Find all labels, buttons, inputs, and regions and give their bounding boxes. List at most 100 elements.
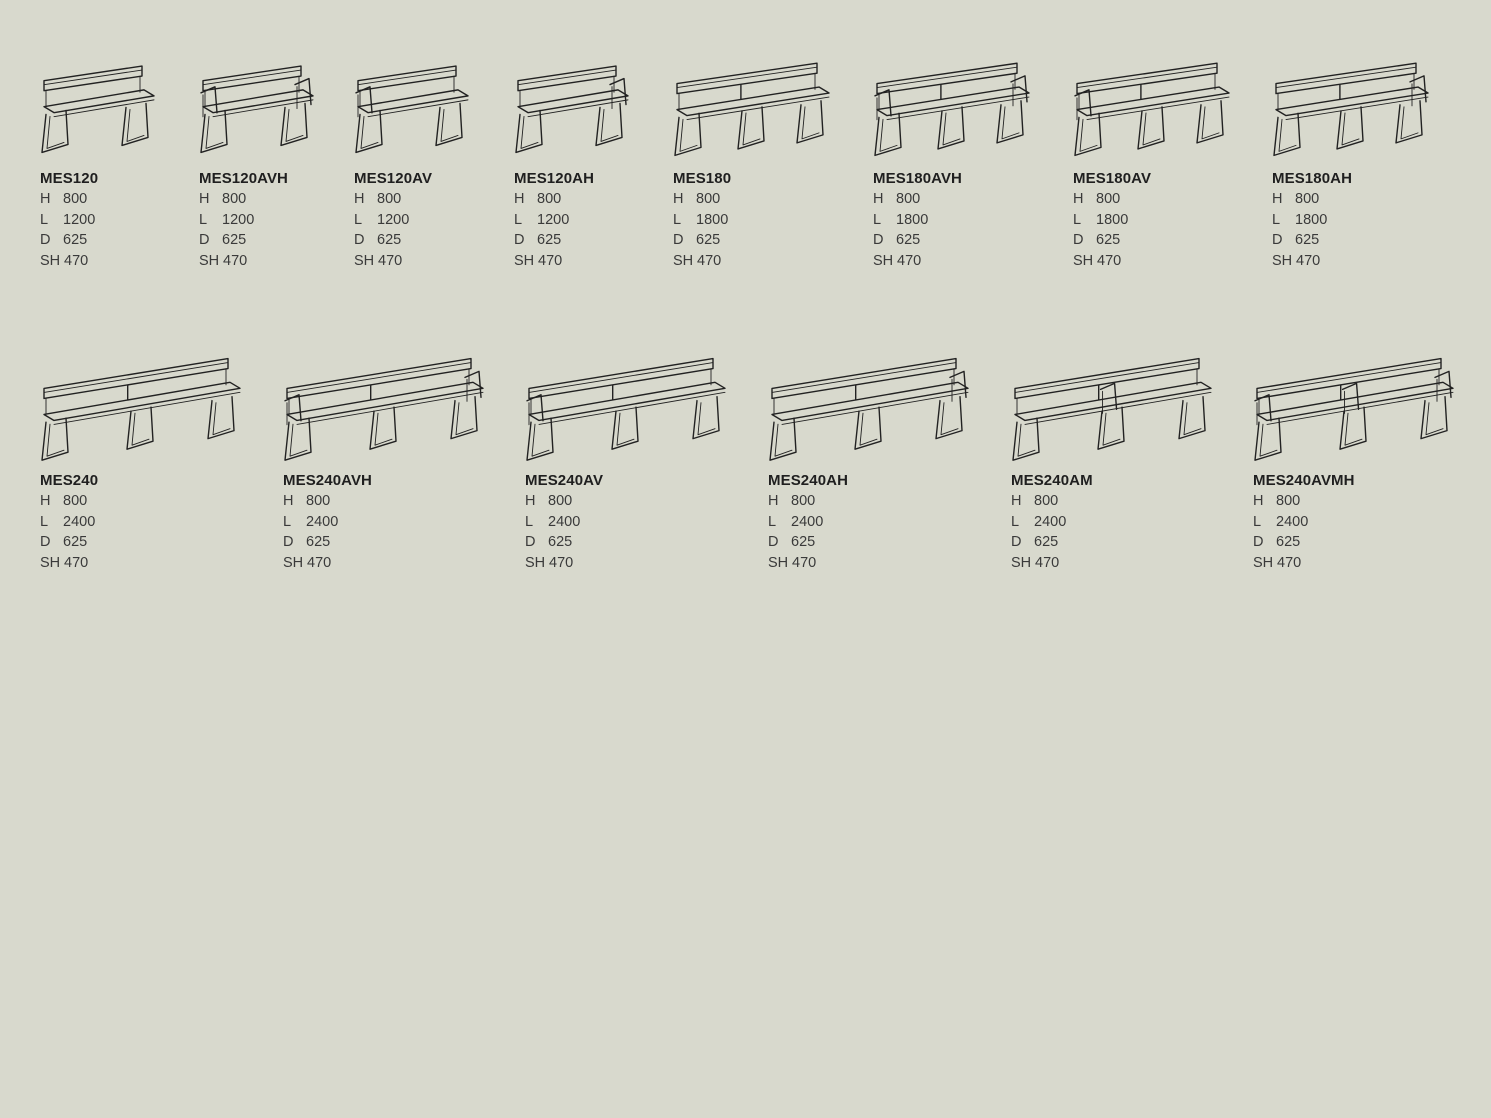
backrest-panel <box>771 357 957 400</box>
leg-middle <box>1339 406 1367 450</box>
model-name: MES120AV <box>354 170 433 187</box>
backrest-panel <box>1014 357 1200 400</box>
model-name: MES240AVMH <box>1253 472 1355 489</box>
leg-middle-inner <box>1344 412 1363 446</box>
leg-right <box>935 395 963 440</box>
model-name: MES180AVH <box>873 170 962 187</box>
model-name: MES120AVH <box>199 170 288 187</box>
backrest-panel <box>43 65 143 92</box>
leg-left-inner <box>360 116 379 149</box>
spec-height: H 800 <box>283 493 331 509</box>
spec-list: H 800 L 1800 D 625 SH 470 <box>1272 189 1327 271</box>
bench-drawing <box>515 65 629 154</box>
bench-drawing <box>526 357 726 461</box>
bench-card-mes240: MES240 H 800 L 2400 D 625 SH 470 <box>40 340 248 571</box>
leg-middle <box>369 406 397 450</box>
spec-depth: D 625 <box>514 232 562 249</box>
leg-middle <box>1137 106 1165 150</box>
bench-card-mes120avh: MES120AVH H 800 L 1200 D 625 SH 470 <box>199 40 321 269</box>
leg-right <box>595 102 623 147</box>
leg-left-inner <box>679 118 698 152</box>
seat-board <box>1275 86 1429 117</box>
leg-left-inner <box>46 423 65 457</box>
seat-board <box>876 86 1030 117</box>
spec-depth: D 625 <box>525 534 573 551</box>
spec-depth: D 625 <box>1272 232 1320 249</box>
spec-list: H 800 L 1800 D 625 SH 470 <box>1073 189 1128 271</box>
spec-list: H 800 L 1800 D 625 SH 470 <box>673 189 728 271</box>
spec-depth: D 625 <box>40 232 88 249</box>
spec-length: L 2400 <box>1253 513 1309 530</box>
spec-list: H 800 L 1200 D 625 SH 470 <box>40 189 95 271</box>
spec-seat-height: SH 470 <box>673 252 722 269</box>
backrest-edge <box>43 69 143 86</box>
leg-left-inner <box>205 116 224 149</box>
spec-seat-height: SH 470 <box>354 252 403 269</box>
leg-right-inner <box>126 109 145 142</box>
spec-seat-height: SH 470 <box>283 554 332 571</box>
spec-length: L 2400 <box>768 513 824 530</box>
bench-card-mes240am: MES240AM H 800 L 2400 D 625 SH 470 <box>1011 340 1219 571</box>
bench-card-mes180ah: MES180AH H 800 L 1800 D 625 SH 470 <box>1272 40 1436 269</box>
bench-card-mes120ah: MES120AH H 800 L 1200 D 625 SH 470 <box>514 40 636 269</box>
model-name: MES120 <box>40 170 99 187</box>
leg-middle-inner <box>131 412 150 446</box>
model-name: MES240 <box>40 472 99 489</box>
leg-right <box>1420 395 1448 440</box>
leg-right <box>1196 100 1224 144</box>
spec-seat-height: SH 470 <box>40 554 89 571</box>
seat-front-edge <box>886 96 1030 121</box>
spec-height: H 800 <box>873 191 921 207</box>
spec-depth: D 625 <box>1253 534 1301 551</box>
leg-middle <box>611 406 639 450</box>
backrest-panel <box>1076 62 1218 95</box>
spec-list: H 800 L 2400 D 625 SH 470 <box>768 491 823 573</box>
leg-middle-inner <box>942 112 961 146</box>
model-name: MES180AV <box>1073 170 1152 187</box>
leg-left-inner <box>1017 423 1036 457</box>
leg-left-inner <box>531 423 550 457</box>
spec-height: H 800 <box>525 493 573 509</box>
bench-card-mes120: MES120 H 800 L 1200 D 625 SH 470 <box>40 40 162 269</box>
spec-height: H 800 <box>40 493 88 509</box>
spec-list: H 800 L 1200 D 625 SH 470 <box>514 189 569 271</box>
leg-left-inner <box>520 116 539 149</box>
spec-height: H 800 <box>354 191 402 207</box>
spec-height: H 800 <box>40 191 88 207</box>
leg-right <box>280 102 308 147</box>
spec-height: H 800 <box>1011 493 1059 509</box>
bench-drawing <box>769 357 969 461</box>
spec-list: H 800 L 1800 D 625 SH 470 <box>873 189 928 271</box>
seat-board <box>1076 86 1230 117</box>
model-name: MES240AM <box>1011 472 1093 489</box>
leg-right <box>796 100 824 144</box>
spec-seat-height: SH 470 <box>1073 252 1122 269</box>
leg-right-inner <box>1001 106 1020 140</box>
leg-middle-inner <box>616 412 635 446</box>
bench-drawing <box>874 62 1030 157</box>
leg-right-inner <box>455 402 474 436</box>
spec-seat-height: SH 470 <box>1272 252 1321 269</box>
spec-height: H 800 <box>768 493 816 509</box>
spec-length: L 2400 <box>283 513 339 530</box>
leg-right <box>450 395 478 440</box>
bench-card-mes180av: MES180AV H 800 L 1800 D 625 SH 470 <box>1073 40 1237 269</box>
spec-length: L 1200 <box>354 211 410 228</box>
leg-left-inner <box>1278 118 1297 152</box>
backrest-edge <box>1275 66 1417 89</box>
spec-height: H 800 <box>1253 493 1301 509</box>
backrest-panel <box>528 357 714 400</box>
backrest-edge <box>876 66 1018 89</box>
backrest-panel <box>286 357 472 400</box>
spec-depth: D 625 <box>354 232 402 249</box>
leg-middle-inner <box>1341 112 1360 146</box>
backrest-edge <box>202 69 302 86</box>
leg-right <box>435 102 463 147</box>
leg-right-inner <box>1201 106 1220 140</box>
backrest-panel <box>43 357 229 400</box>
bench-drawing <box>284 357 484 461</box>
spec-seat-height: SH 470 <box>514 252 563 269</box>
bench-card-mes240ah: MES240AH H 800 L 2400 D 625 SH 470 <box>768 340 976 571</box>
spec-length: L 1800 <box>873 211 929 228</box>
leg-right <box>692 395 720 440</box>
